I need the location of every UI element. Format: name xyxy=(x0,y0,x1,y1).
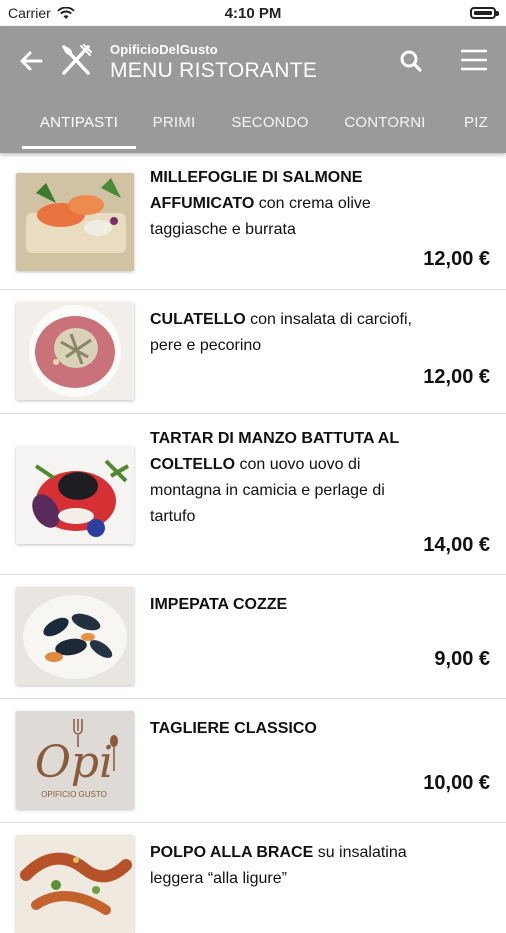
restaurant-name: OpificioDelGusto xyxy=(110,42,218,57)
list-item[interactable]: MILLEFOGLIE DI SALMONE AFFUMICATO con cr… xyxy=(0,153,506,290)
tab-pizze[interactable]: PIZ xyxy=(456,108,496,153)
dish-name: CULATELLO xyxy=(150,311,246,328)
dish-image xyxy=(16,302,134,400)
dish-description: TAGLIERE CLASSICO xyxy=(150,716,425,742)
back-button[interactable] xyxy=(16,46,46,76)
dish-description: CULATELLO con insalata di carciofi, pere… xyxy=(150,307,425,359)
status-time: 4:10 PM xyxy=(224,5,282,22)
tab-primi[interactable]: PRIMI xyxy=(146,108,202,153)
search-button[interactable] xyxy=(396,46,426,76)
active-tab-indicator xyxy=(22,146,136,149)
list-item[interactable]: Opi OPIFICIO GUSTO TAGLIERE CLASSICO 10,… xyxy=(0,699,506,823)
dish-description: MILLEFOGLIE DI SALMONE AFFUMICATO con cr… xyxy=(150,165,425,243)
status-bar: Carrier 4:10 PM xyxy=(0,0,506,26)
dish-name: POLPO ALLA BRACE xyxy=(150,844,314,861)
dish-image xyxy=(16,173,134,271)
app-header: OpificioDelGusto MENU RISTORANTE ANTIPAS… xyxy=(0,26,506,153)
dish-price: 12,00 € xyxy=(423,248,490,270)
dish-name: IMPEPATA COZZE xyxy=(150,596,288,613)
restaurant-logo-image: Opi OPIFICIO GUSTO xyxy=(16,711,134,809)
dish-image xyxy=(16,446,134,544)
category-tabs: ANTIPASTI PRIMI SECONDO CONTORNI PIZ xyxy=(0,108,506,153)
list-item[interactable]: IMPEPATA COZZE 9,00 € xyxy=(0,575,506,699)
dish-price: 9,00 € xyxy=(434,648,490,670)
dish-price: 12,00 € xyxy=(423,366,490,388)
list-item[interactable]: CULATELLO con insalata di carciofi, pere… xyxy=(0,290,506,414)
battery-icon xyxy=(470,7,499,19)
menu-button[interactable] xyxy=(460,46,488,74)
dish-price: 14,00 € xyxy=(423,534,490,556)
tab-secondo[interactable]: SECONDO xyxy=(226,108,314,153)
dish-price: 10,00 € xyxy=(423,772,490,794)
dish-description: TARTAR DI MANZO BATTUTA AL COLTELLO con … xyxy=(150,426,425,530)
header-titles: OpificioDelGusto MENU RISTORANTE xyxy=(110,42,317,83)
tab-contorni[interactable]: CONTORNI xyxy=(338,108,432,153)
fork-knife-icon xyxy=(58,40,94,80)
dish-description: IMPEPATA COZZE xyxy=(150,592,425,618)
dish-image xyxy=(16,835,134,933)
arrow-left-icon xyxy=(20,51,43,71)
logo-text: Opi xyxy=(35,737,113,788)
list-item[interactable]: TARTAR DI MANZO BATTUTA AL COLTELLO con … xyxy=(0,414,506,575)
page-title: MENU RISTORANTE xyxy=(110,59,318,82)
logo-subtext: OPIFICIO GUSTO xyxy=(41,790,107,799)
hamburger-icon xyxy=(461,49,487,71)
dish-name: TAGLIERE CLASSICO xyxy=(150,720,317,737)
search-icon xyxy=(400,50,422,72)
dish-description: POLPO ALLA BRACE su insalatina leggera “… xyxy=(150,840,425,892)
dish-image xyxy=(16,587,134,685)
